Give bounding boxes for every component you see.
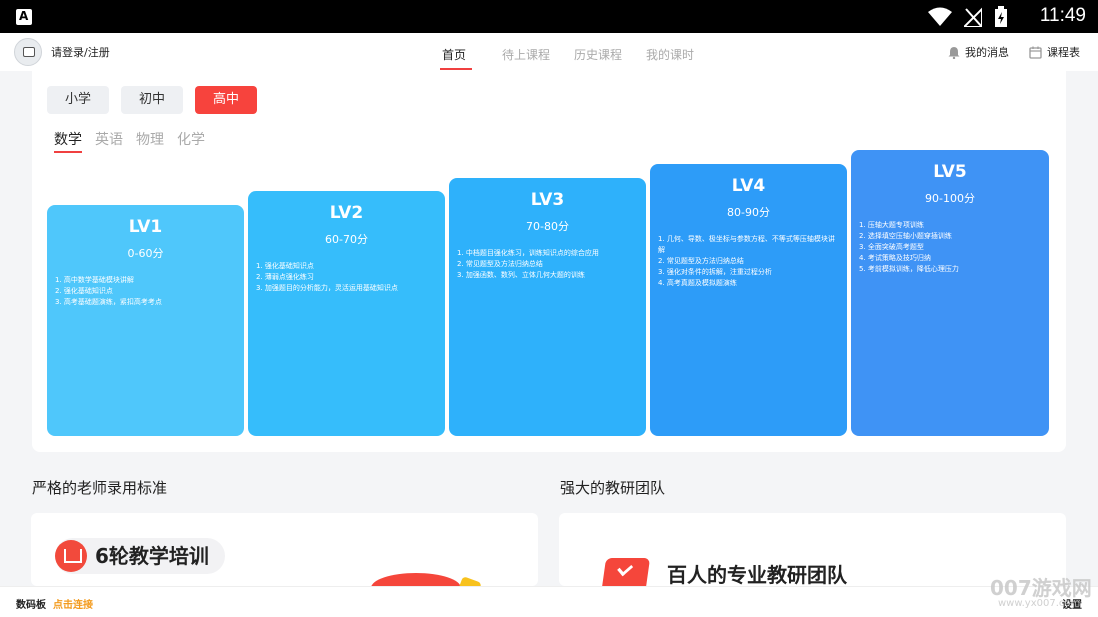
my-messages-label: 我的消息 [965,46,1009,59]
watermark-logo: 007游戏网 [990,576,1092,600]
level-card-lv2[interactable]: LV2 60-70分 1. 强化基础知识点 2. 薄弱点强化练习 3. 加强题目… [248,191,445,436]
bell-icon [948,46,960,59]
login-register-link[interactable]: 请登录/注册 [51,44,110,60]
level-card-lv1[interactable]: LV1 0-60分 1. 高中数学基础模块讲解 2. 强化基础知识点 3. 高考… [47,205,244,436]
level-item: 1. 压轴大题专项训练 [859,221,924,229]
tab-upcoming-courses[interactable]: 待上课程 [490,33,562,71]
level-item: 2. 选择填空压轴小题穿插训练 [859,232,952,240]
connect-link[interactable]: 点击连接 [53,596,93,611]
level-item: 3. 高考基础题演练，紧扣高考考点 [55,298,162,306]
level-item: 2. 强化基础知识点 [55,287,113,295]
level-item: 1. 强化基础知识点 [256,262,314,270]
level-item: 3. 加强题目的分析能力，灵活运用基础知识点 [256,284,398,292]
level-range: 70-80分 [526,220,569,233]
level-items: 1. 压轴大题专项训练 2. 选择填空压轴小题穿插训练 3. 全面突破高考题型 … [859,220,1041,275]
grade-high-button[interactable]: 高中 [195,86,257,114]
level-items: 1. 几何、导数、极坐标与参数方程、不等式等压轴模块讲解 2. 常见题型及方法归… [658,234,839,289]
main-nav: 首页 待上课程 历史课程 我的课时 [418,33,706,71]
level-item: 2. 常见题型及方法归纳总结 [457,260,543,268]
header-actions: 我的消息 课程表 [948,44,1080,60]
watermark-url: www.yx007.com [998,598,1081,609]
level-item: 3. 加强函数、数列、立体几何大题的训练 [457,271,585,279]
level-item: 1. 中档题目强化练习，训练知识点的综合应用 [457,249,599,257]
level-card: 小学 初中 高中 数学 英语 物理 化学 LV1 0-60分 1. 高中数学基础… [32,71,1066,452]
level-item: 4. 考试策略及技巧归纳 [859,254,931,262]
level-items: 1. 高中数学基础模块讲解 2. 强化基础知识点 3. 高考基础题演练，紧扣高考… [55,275,236,308]
level-title: LV5 [933,162,967,182]
app-notification-icon [16,9,32,25]
level-range: 90-100分 [925,192,975,205]
bottom-bar: 数码板 点击连接 设置 [0,586,1098,617]
level-item: 2. 薄弱点强化练习 [256,273,314,281]
teacher-training-card[interactable]: 6轮教学培训 [31,513,538,586]
level-item: 1. 高中数学基础模块讲解 [55,276,134,284]
wifi-icon [928,7,952,26]
subject-chemistry-tab[interactable]: 化学 [177,129,205,151]
status-icons [928,6,1008,28]
decorative-yellow-shape [456,576,482,586]
my-messages-button[interactable]: 我的消息 [948,44,1009,60]
research-team-heading: 百人的专业教研团队 [667,563,847,586]
avatar[interactable] [14,38,42,66]
tab-history-courses[interactable]: 历史课程 [562,33,634,71]
level-card-lv5[interactable]: LV5 90-100分 1. 压轴大题专项训练 2. 选择填空压轴小题穿插训练 … [851,150,1049,436]
schedule-button[interactable]: 课程表 [1029,44,1080,60]
grade-primary-button[interactable]: 小学 [47,86,109,114]
level-title: LV1 [128,217,163,237]
tab-my-hours[interactable]: 我的课时 [634,33,706,71]
level-item: 2. 常见题型及方法归纳总结 [658,257,744,265]
level-item: 5. 考前模拟训练，降低心理压力 [859,265,959,273]
level-range: 80-90分 [727,206,770,219]
level-item: 3. 强化对条件的拆解，注重过程分析 [658,268,772,276]
book-icon [55,540,87,572]
level-range: 0-60分 [127,247,164,260]
subject-english-tab[interactable]: 英语 [95,129,123,151]
level-title: LV3 [530,190,565,210]
level-items: 1. 中档题目强化练习，训练知识点的综合应用 2. 常见题型及方法归纳总结 3.… [457,248,638,281]
level-range: 60-70分 [325,233,368,246]
teacher-standard-title: 严格的老师录用标准 [32,479,168,497]
subject-tabs: 数学 英语 物理 化学 [54,129,205,153]
subject-physics-tab[interactable]: 物理 [136,129,164,151]
digital-pad-label: 数码板 [16,600,46,611]
checkmark-badge-icon [601,558,651,586]
level-items: 1. 强化基础知识点 2. 薄弱点强化练习 3. 加强题目的分析能力，灵活运用基… [256,261,437,294]
tab-home[interactable]: 首页 [418,33,490,71]
battery-charging-icon [995,6,1007,27]
status-bar: 11:49 [0,0,1098,33]
schedule-label: 课程表 [1047,46,1080,59]
subject-math-tab[interactable]: 数学 [54,129,82,153]
level-card-lv3[interactable]: LV3 70-80分 1. 中档题目强化练习，训练知识点的综合应用 2. 常见题… [449,178,646,436]
level-item: 1. 几何、导数、极坐标与参数方程、不等式等压轴模块讲解 [658,235,835,254]
level-title: LV2 [329,203,364,223]
app-header: 请登录/注册 首页 待上课程 历史课程 我的课时 我的消息 课程表 [0,33,1098,71]
calendar-icon [1029,46,1042,59]
level-item: 3. 全面突破高考题型 [859,243,924,251]
level-item: 4. 高考真题及模拟题演练 [658,279,737,287]
grade-selector: 小学 初中 高中 [47,86,257,114]
status-time: 11:49 [1039,5,1086,26]
level-card-lv4[interactable]: LV4 80-90分 1. 几何、导数、极坐标与参数方程、不等式等压轴模块讲解 … [650,164,847,436]
decorative-red-shape [371,573,461,586]
no-signal-icon [964,7,982,27]
grade-middle-button[interactable]: 初中 [121,86,183,114]
level-title: LV4 [731,176,766,196]
research-team-title: 强大的教研团队 [560,479,666,497]
